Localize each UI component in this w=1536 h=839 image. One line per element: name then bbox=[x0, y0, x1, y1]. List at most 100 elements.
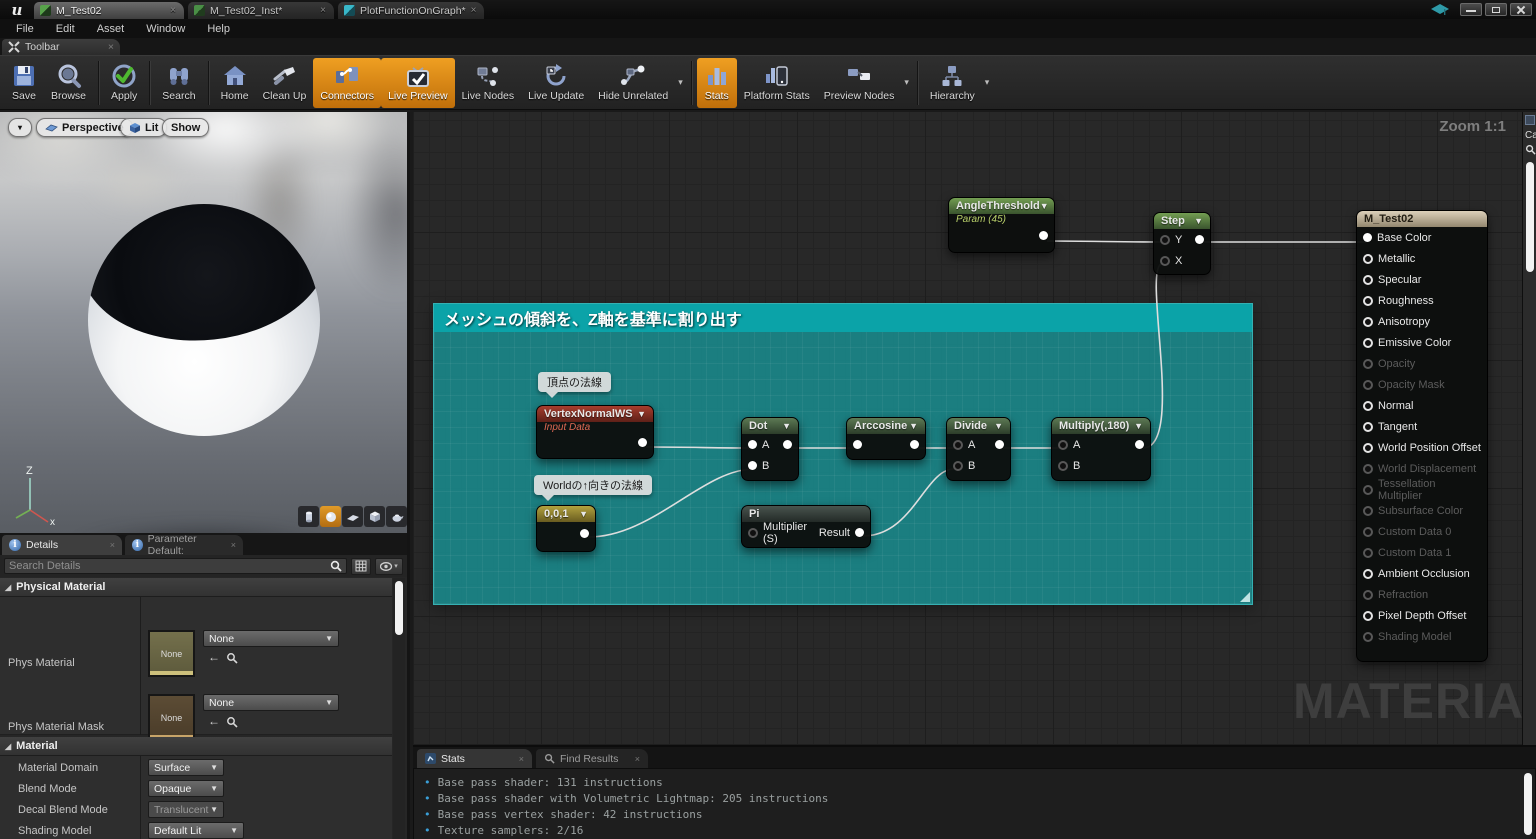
apply-button[interactable]: Apply bbox=[104, 58, 144, 108]
input-pin-multiplier[interactable] bbox=[748, 527, 758, 538]
node-header[interactable]: VertexNormalWS ▼ bbox=[537, 406, 653, 422]
custom-mesh-preview-button[interactable] bbox=[386, 506, 407, 527]
asset-tab-m-test02[interactable]: M_Test02 × bbox=[34, 2, 184, 19]
material-pin-row[interactable]: Normal bbox=[1357, 395, 1487, 416]
node-dot[interactable]: Dot ▼ A B bbox=[741, 417, 799, 481]
input-pin-a[interactable] bbox=[748, 440, 757, 449]
hierarchy-dropdown-icon[interactable]: ▾ bbox=[982, 77, 993, 88]
pin-emissive-color[interactable] bbox=[1363, 337, 1373, 348]
material-section-header[interactable]: ◢ Material bbox=[0, 737, 392, 756]
phys-material-dropdown[interactable]: None ▼ bbox=[203, 630, 339, 647]
input-pin-b[interactable] bbox=[1058, 460, 1068, 471]
material-graph-canvas[interactable]: Zoom 1:1 MATERIAL メッシュの傾斜を、Z軸を基準に割り出す 頂点… bbox=[413, 112, 1522, 745]
blend-mode-dropdown[interactable]: Opaque ▼ bbox=[148, 780, 224, 797]
close-tab-icon[interactable]: × bbox=[320, 5, 326, 16]
output-pin[interactable] bbox=[638, 437, 647, 447]
connectors-button[interactable]: Connectors bbox=[313, 57, 382, 108]
output-pin[interactable] bbox=[1039, 230, 1048, 240]
node-pi[interactable]: Pi Multiplier (S) Result bbox=[741, 505, 871, 548]
node-header[interactable]: Divide ▼ bbox=[947, 418, 1010, 434]
plane-preview-button[interactable] bbox=[342, 506, 363, 527]
close-button[interactable] bbox=[1510, 3, 1532, 16]
output-pin[interactable] bbox=[910, 440, 919, 449]
node-divide[interactable]: Divide ▼ A B bbox=[946, 417, 1011, 481]
stats-scrollbar-thumb[interactable] bbox=[1524, 773, 1532, 835]
pin-ambient-occlusion[interactable] bbox=[1363, 568, 1373, 579]
phys-material-mask-thumbnail[interactable]: None bbox=[148, 694, 195, 741]
output-pin[interactable] bbox=[855, 528, 864, 537]
cube-preview-button[interactable] bbox=[364, 506, 385, 527]
home-button[interactable]: Home bbox=[214, 58, 256, 108]
physical-material-section-header[interactable]: ◢ Physical Material bbox=[0, 578, 392, 597]
node-material-result[interactable]: M_Test02 Base Color Metallic Specular Ro… bbox=[1356, 210, 1488, 662]
show-menu-button[interactable]: Show bbox=[162, 118, 210, 137]
node-header[interactable]: Arccosine ▼ bbox=[847, 418, 925, 434]
shading-model-dropdown[interactable]: Default Lit ▼ bbox=[148, 822, 244, 839]
search-button[interactable]: Search bbox=[155, 58, 202, 108]
material-pin-row[interactable]: Tangent bbox=[1357, 416, 1487, 437]
material-pin-row[interactable]: Anisotropy bbox=[1357, 311, 1487, 332]
material-pin-row[interactable]: World Position Offset bbox=[1357, 437, 1487, 458]
node-constant-001[interactable]: 0,0,1 ▼ bbox=[536, 505, 596, 552]
phys-material-mask-dropdown[interactable]: None ▼ bbox=[203, 694, 339, 711]
material-domain-dropdown[interactable]: Surface ▼ bbox=[148, 759, 224, 776]
pin-normal[interactable] bbox=[1363, 400, 1373, 411]
comment-resize-handle[interactable] bbox=[1240, 592, 1250, 602]
output-pin[interactable] bbox=[1195, 235, 1204, 244]
node-header[interactable]: AngleThreshold ▼ bbox=[949, 198, 1054, 214]
input-pin-b[interactable] bbox=[748, 461, 757, 470]
material-pin-row[interactable]: Roughness bbox=[1357, 290, 1487, 311]
pin-tangent[interactable] bbox=[1363, 421, 1373, 432]
menu-window[interactable]: Window bbox=[136, 21, 195, 37]
platform-stats-button[interactable]: Platform Stats bbox=[737, 58, 817, 108]
node-header[interactable]: 0,0,1 ▼ bbox=[537, 506, 595, 522]
tutorial-hat-icon[interactable] bbox=[1431, 3, 1449, 16]
output-pin[interactable] bbox=[783, 440, 792, 449]
node-vertex-normal-ws[interactable]: VertexNormalWS ▼ Input Data bbox=[536, 405, 654, 459]
browse-to-asset-icon[interactable] bbox=[226, 716, 238, 728]
input-pin-a[interactable] bbox=[1058, 439, 1068, 450]
stats-tab[interactable]: Stats × bbox=[417, 749, 532, 768]
pin-anisotropy[interactable] bbox=[1363, 316, 1373, 327]
toolbar-tab[interactable]: Toolbar × bbox=[2, 39, 120, 55]
live-update-button[interactable]: Live Update bbox=[521, 58, 591, 108]
node-multiply[interactable]: Multiply(,180) ▼ A B bbox=[1051, 417, 1151, 481]
sphere-preview-button[interactable] bbox=[320, 506, 341, 527]
material-pin-row[interactable]: Emissive Color bbox=[1357, 332, 1487, 353]
live-preview-button[interactable]: Live Preview bbox=[381, 57, 455, 108]
clean-up-button[interactable]: Clean Up bbox=[256, 58, 314, 108]
close-tab-icon[interactable]: × bbox=[635, 754, 640, 764]
input-pin-y[interactable] bbox=[1160, 234, 1170, 245]
close-tab-icon[interactable]: × bbox=[108, 41, 114, 53]
comment-bubble-vertex-normal[interactable]: 頂点の法線 bbox=[538, 372, 611, 398]
browse-to-asset-icon[interactable] bbox=[226, 652, 238, 664]
material-pin-row[interactable]: Ambient Occlusion bbox=[1357, 563, 1487, 584]
close-tab-icon[interactable]: × bbox=[231, 540, 236, 550]
node-arccosine[interactable]: Arccosine ▼ bbox=[846, 417, 926, 460]
live-nodes-button[interactable]: Live Nodes bbox=[455, 58, 522, 108]
asset-tab-m-test02-inst[interactable]: M_Test02_Inst* × bbox=[188, 2, 334, 19]
asset-tab-plotfunctionongraph[interactable]: PlotFunctionOnGraph* × bbox=[338, 2, 484, 19]
input-pin-x[interactable] bbox=[1160, 255, 1170, 266]
menu-asset[interactable]: Asset bbox=[87, 21, 135, 37]
use-selected-arrow-icon[interactable]: ← bbox=[208, 650, 220, 664]
pin-metallic[interactable] bbox=[1363, 253, 1373, 264]
output-pin[interactable] bbox=[580, 528, 589, 538]
search-details-input[interactable]: Search Details bbox=[4, 558, 347, 574]
pin-roughness[interactable] bbox=[1363, 295, 1373, 306]
preview-viewport[interactable]: ▾ Perspective Lit Show Z x bbox=[0, 112, 410, 533]
comment-box-header[interactable]: メッシュの傾斜を、Z軸を基準に割り出す bbox=[434, 304, 1252, 332]
viewport-options-dropdown[interactable]: ▾ bbox=[8, 118, 32, 137]
close-tab-icon[interactable]: × bbox=[519, 754, 524, 764]
material-pin-row[interactable]: Base Color bbox=[1357, 227, 1487, 248]
node-header[interactable]: Dot ▼ bbox=[742, 418, 798, 434]
node-header[interactable]: Step ▼ bbox=[1154, 213, 1210, 229]
menu-file[interactable]: File bbox=[6, 21, 44, 37]
details-tab[interactable]: i Details × bbox=[2, 535, 122, 555]
lit-mode-button[interactable]: Lit bbox=[120, 118, 168, 137]
minimize-button[interactable] bbox=[1460, 3, 1482, 16]
pin-base-color[interactable] bbox=[1363, 233, 1372, 242]
browse-button[interactable]: Browse bbox=[44, 58, 93, 108]
close-tab-icon[interactable]: × bbox=[471, 5, 477, 16]
details-scrollbar-thumb[interactable] bbox=[395, 581, 403, 635]
